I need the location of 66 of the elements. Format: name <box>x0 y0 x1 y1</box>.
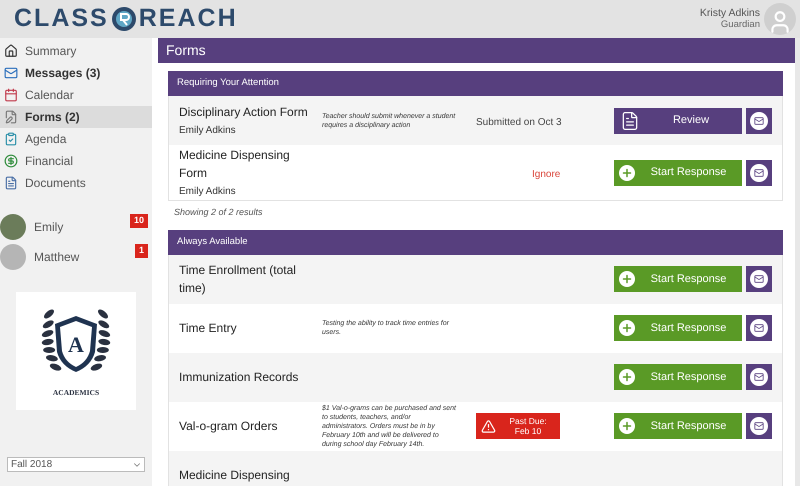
start-response-button[interactable]: Start Response <box>614 160 742 186</box>
student-name[interactable]: Emily <box>34 218 130 236</box>
plus-icon <box>619 418 635 434</box>
student-name: Emily Adkins <box>179 185 237 199</box>
classreach-logo: CLASS REACH <box>14 3 238 34</box>
sidebar-item[interactable]: Agenda <box>0 128 152 150</box>
sidebar-item[interactable]: Summary <box>0 40 152 62</box>
scrollbar[interactable] <box>795 38 800 486</box>
start-response-button[interactable]: Start Response <box>614 413 742 439</box>
sidebar-item[interactable]: Calendar <box>0 84 152 106</box>
plus-icon <box>619 369 635 385</box>
results-count: Showing 2 of 2 results <box>174 206 264 219</box>
envelope-icon <box>750 270 768 288</box>
envelope-icon <box>4 66 18 80</box>
message-button[interactable] <box>746 315 772 341</box>
student-name[interactable]: Matthew <box>34 248 135 266</box>
envelope-icon <box>750 164 768 182</box>
review-button[interactable]: Review <box>614 108 742 134</box>
sidebar-item[interactable]: Financial <box>0 150 152 172</box>
section-header: Always Available <box>168 230 783 254</box>
plus-icon <box>619 271 635 287</box>
student-name: Emily Adkins <box>179 124 237 138</box>
sidebar-item[interactable]: Forms (2) <box>0 106 152 128</box>
shield-letter: A <box>68 330 84 359</box>
plus-icon <box>619 164 635 180</box>
envelope-icon <box>750 368 768 386</box>
notification-count: 1 <box>134 244 148 258</box>
home-icon <box>4 44 18 58</box>
ignore-link[interactable]: Ignore <box>532 168 560 180</box>
form-title: Disciplinary Action Form <box>179 104 309 121</box>
form-title: Val-o-gram Orders <box>179 418 278 435</box>
form-title: Medicine Dispensing Form <box>179 147 291 182</box>
clipboard-check-icon <box>4 132 18 146</box>
page-title-bar: Forms <box>158 38 795 63</box>
message-button[interactable] <box>746 108 772 134</box>
user-name: Kristy Adkins <box>700 7 760 19</box>
message-button[interactable] <box>746 160 772 186</box>
submitted-status: Submitted on Oct 3 <box>476 116 562 128</box>
plus-icon <box>619 320 635 336</box>
envelope-icon <box>750 319 768 337</box>
form-edit-icon <box>4 110 18 124</box>
warning-icon <box>481 418 496 434</box>
form-title: Medicine Dispensing <box>179 467 291 484</box>
document-icon <box>4 176 18 190</box>
start-response-button[interactable]: Start Response <box>614 266 742 292</box>
user-role: Guardian <box>720 19 760 31</box>
envelope-icon <box>750 417 768 435</box>
notification-count: 10 <box>130 214 148 228</box>
form-title: Time Entry <box>179 320 238 337</box>
document-icon <box>620 110 640 130</box>
sidebar-item[interactable]: Messages (3) <box>0 62 152 84</box>
form-title: Time Enrollment (total time) <box>179 262 297 297</box>
logo-emblem-icon <box>110 6 137 32</box>
term-select[interactable]: Fall 2018 <box>7 457 145 472</box>
start-response-button[interactable]: Start Response <box>614 364 742 390</box>
message-button[interactable] <box>746 413 772 439</box>
start-response-button[interactable]: Start Response <box>614 315 742 341</box>
message-button[interactable] <box>746 364 772 390</box>
section-header: Requiring Your Attention <box>168 71 783 96</box>
dollar-icon <box>4 154 18 168</box>
calendar-icon <box>4 88 18 102</box>
message-button[interactable] <box>746 266 772 292</box>
form-title: Immunization Records <box>179 369 300 386</box>
sidebar-item[interactable]: Documents <box>0 172 152 194</box>
envelope-icon <box>750 112 768 130</box>
past-due-badge: Past Due: Feb 10 <box>476 413 560 439</box>
